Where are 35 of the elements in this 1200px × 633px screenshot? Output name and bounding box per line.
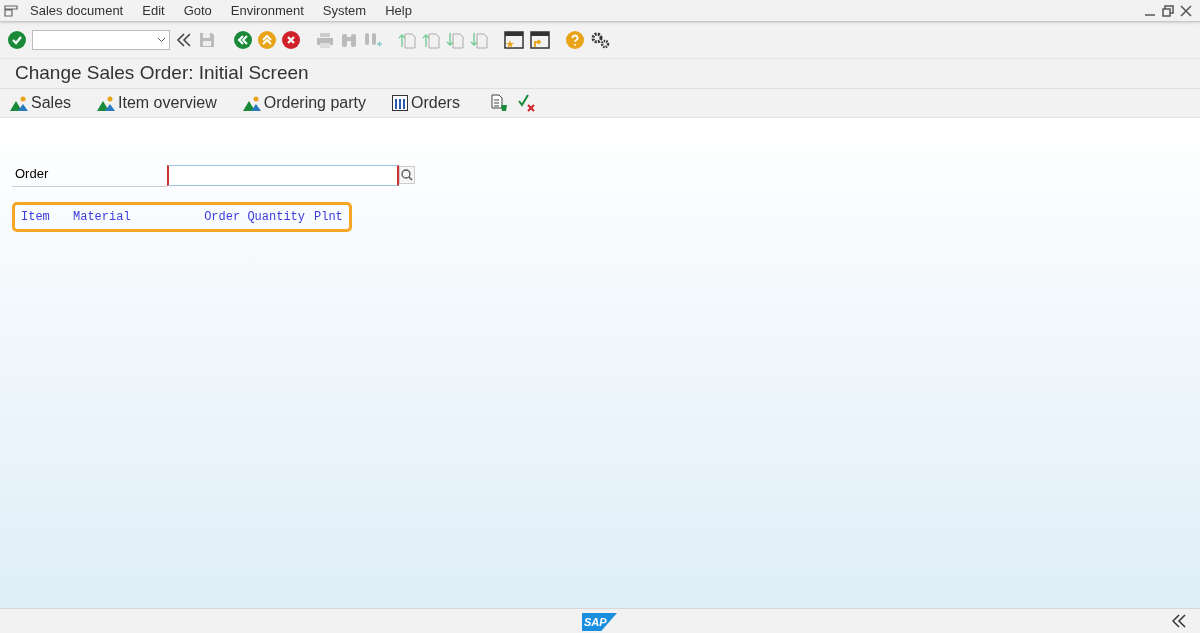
menu-item[interactable]: Sales document (30, 0, 124, 21)
double-chevron-icon[interactable] (176, 32, 192, 48)
menu-icon[interactable] (4, 4, 18, 17)
document-icon[interactable] (489, 94, 508, 112)
cancel-icon[interactable] (282, 31, 300, 49)
menu-item[interactable]: Environment (230, 0, 304, 21)
check-cross-icon[interactable] (517, 94, 536, 112)
screen-title: Change Sales Order: Initial Screen (15, 61, 309, 86)
mountain-icon (97, 95, 116, 111)
search-icon[interactable] (399, 166, 415, 185)
settings-icon[interactable] (590, 31, 610, 49)
column-header: Material (73, 208, 132, 226)
toolbar-button[interactable]: Item overview (97, 91, 217, 115)
menu-item[interactable]: Edit (142, 0, 165, 21)
enter-icon[interactable] (8, 31, 26, 49)
sap-logo: SAP (582, 613, 617, 631)
order-input-field[interactable] (167, 164, 399, 186)
command-field[interactable] (32, 30, 170, 50)
toolbar-button[interactable]: Sales (10, 91, 72, 115)
restore-icon[interactable] (1162, 4, 1174, 17)
column-header: Order Quantity (203, 208, 306, 226)
double-chevron-icon[interactable] (1172, 614, 1186, 628)
menu-item[interactable]: System (322, 0, 367, 21)
menu-item[interactable]: Help (385, 0, 412, 21)
back-icon[interactable] (234, 31, 252, 49)
column-header: Item (21, 208, 51, 226)
mountain-icon (242, 95, 261, 111)
column-header: Plnt (314, 208, 343, 226)
close-icon[interactable] (1180, 4, 1192, 17)
toolbar-button[interactable]: Ordering party (242, 91, 366, 115)
toolbar-button[interactable]: Orders (392, 91, 460, 115)
columns-icon (392, 95, 408, 111)
caret-icon (157, 37, 166, 43)
menu-item[interactable]: Goto (183, 0, 212, 21)
mountain-icon (10, 95, 28, 111)
